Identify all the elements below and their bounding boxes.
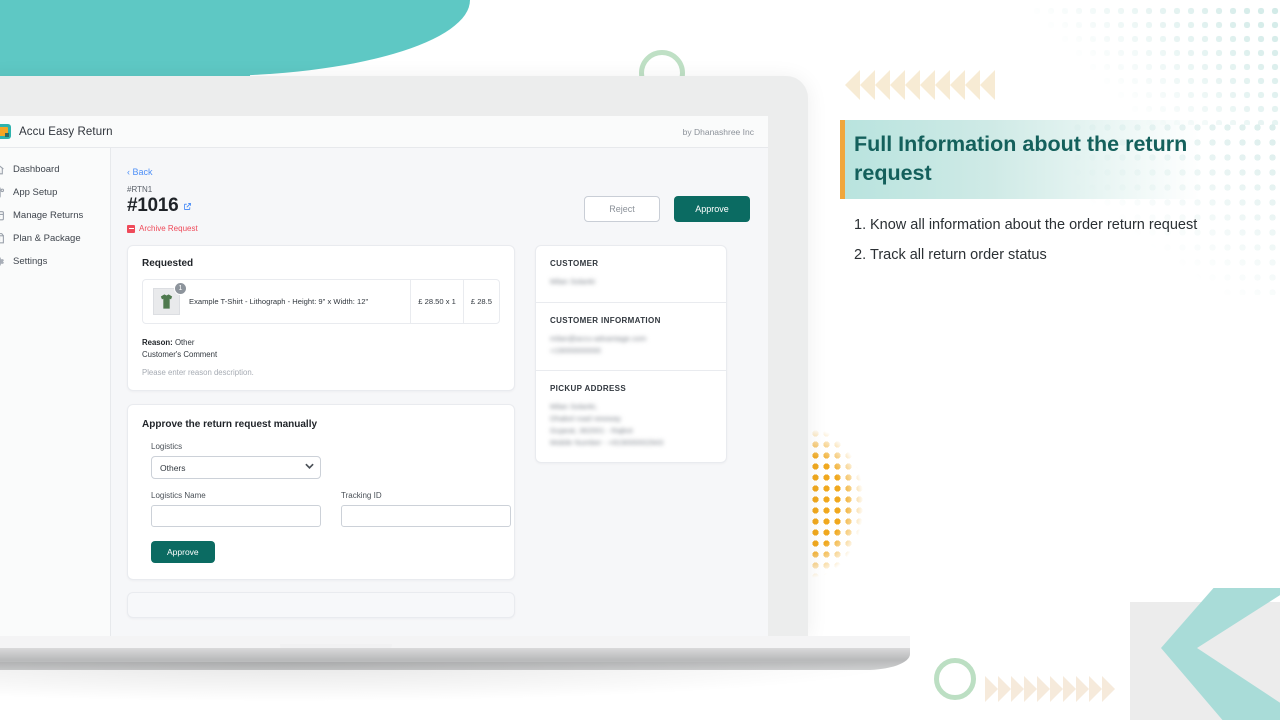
box-return-icon <box>0 209 5 222</box>
promo-panel: Full Information about the return reques… <box>840 120 1200 275</box>
app-logo-icon <box>0 124 11 139</box>
app-byline: by Dhanashree Inc <box>682 126 754 137</box>
sidebar-item-app-setup[interactable]: App Setup <box>0 181 110 204</box>
unit-price-cell: £ 28.50 x 1 <box>410 280 463 323</box>
pickup-address-line: Mobile Number - +919000002943 <box>550 437 664 447</box>
requested-card: Requested 1 Example T-Shirt - Lithograph… <box>127 245 515 391</box>
sidebar-item-settings[interactable]: Settings <box>0 250 110 273</box>
logistics-name-label: Logistics Name <box>151 491 206 500</box>
customer-email-redacted: milan@accu-advantage.com <box>550 333 647 343</box>
name-tracking-row: Logistics Name Tracking ID <box>151 491 511 527</box>
app-title: Accu Easy Return <box>19 125 113 138</box>
app-screen: Accu Easy Return by Dhanashree Inc Dashb… <box>0 116 768 636</box>
teal-halftone-dots-top-right <box>1030 0 1280 125</box>
gear-icon <box>0 255 5 268</box>
total-price-cell: £ 28.5 <box>462 280 499 323</box>
approve-button[interactable]: Approve <box>674 196 750 222</box>
reject-button[interactable]: Reject <box>584 196 660 222</box>
customer-section: CUSTOMER Milan Solanki <box>536 246 726 303</box>
customer-comment-label: Customer's Comment <box>142 350 218 359</box>
customer-info-card: CUSTOMER Milan Solanki CUSTOMER INFORMAT… <box>535 245 727 464</box>
home-icon <box>0 163 5 176</box>
logistics-select-wrap: Others <box>151 456 321 479</box>
laptop-screen-bezel: Accu Easy Return by Dhanashree Inc Dashb… <box>0 76 808 636</box>
sidebar-item-label: Plan & Package <box>13 233 81 244</box>
reason-row: Reason: Other <box>142 338 500 347</box>
promo-heading: Full Information about the return reques… <box>840 120 1200 200</box>
customer-name-redacted: Milan Solanki <box>550 277 596 286</box>
customer-phone-redacted: +19000000000 <box>550 345 601 355</box>
laptop-mockup: Accu Easy Return by Dhanashree Inc Dashb… <box>0 76 910 702</box>
mobile-settings-icon <box>0 186 5 199</box>
approve-form-title: Approve the return request manually <box>142 419 318 430</box>
requested-card-header: Requested <box>142 258 194 269</box>
archive-request-button[interactable]: Archive Request <box>127 224 752 233</box>
reason-value: Other <box>174 338 195 347</box>
tracking-id-group: Tracking ID <box>341 491 511 527</box>
list-item: 1. Know all information about the order … <box>854 215 1200 237</box>
sidebar-item-dashboard[interactable]: Dashboard <box>0 158 110 181</box>
tracking-id-input[interactable] <box>341 505 511 527</box>
header-actions: Reject Approve <box>584 196 750 222</box>
logistics-name-input[interactable] <box>151 505 321 527</box>
pickup-address-line: Milan Solanki, <box>550 402 598 412</box>
customer-section-header: CUSTOMER <box>550 259 599 268</box>
customer-information-header: CUSTOMER INFORMATION <box>550 315 661 325</box>
approve-form-fields: Logistics Others Logistics Name Tracking… <box>142 442 511 563</box>
pickup-address-header: PICKUP ADDRESS <box>550 384 627 394</box>
sidebar-item-label: Dashboard <box>13 164 60 175</box>
left-column: Requested 1 Example T-Shirt - Lithograph… <box>127 245 515 618</box>
approve-submit-button[interactable]: Approve <box>151 541 215 563</box>
page-title: #1016 <box>127 195 179 216</box>
logistics-select[interactable]: Others <box>151 456 321 479</box>
reason-label: Reason: <box>142 338 173 347</box>
teal-top-shape <box>0 0 470 76</box>
pickup-address-line: Dhabol road newway <box>550 414 621 424</box>
customer-information-section: CUSTOMER INFORMATION milan@accu-advantag… <box>536 303 726 372</box>
cream-triangles-bottom <box>985 676 1115 702</box>
promo-bullet-number: 2. <box>854 246 867 263</box>
next-card-partial <box>127 592 515 618</box>
laptop-shadow <box>0 662 910 702</box>
promo-bullet-text: Know all information about the order ret… <box>870 217 1198 234</box>
grid-package-icon <box>0 232 5 245</box>
line-item-product-cell: 1 Example T-Shirt - Lithograph - Height:… <box>143 280 410 323</box>
tracking-id-label: Tracking ID <box>341 491 382 500</box>
right-column: CUSTOMER Milan Solanki CUSTOMER INFORMAT… <box>535 245 727 618</box>
reason-block: Reason: Other Customer's Comment Please … <box>128 324 514 390</box>
external-link-icon[interactable] <box>183 202 192 211</box>
archive-request-label: Archive Request <box>139 224 198 233</box>
app-header: Accu Easy Return by Dhanashree Inc <box>0 116 768 148</box>
sidebar-item-label: Settings <box>13 256 48 267</box>
quantity-badge: 1 <box>174 282 187 295</box>
promo-bullet-list: 1. Know all information about the order … <box>840 215 1200 267</box>
sidebar: Dashboard App Setup Manage Returns Plan … <box>0 148 111 636</box>
green-ring-bottom <box>934 658 976 700</box>
pickup-address-line: Gujarat, 362001 - Rajkot <box>550 425 633 435</box>
line-item-table: 1 Example T-Shirt - Lithograph - Height:… <box>142 279 500 324</box>
promo-bullet-text: Track all return order status <box>870 246 1047 263</box>
approve-form-card: Approve the return request manually Logi… <box>127 404 515 580</box>
archive-icon <box>127 224 135 233</box>
return-code: #RTN1 <box>127 185 153 194</box>
customer-comment-placeholder: Please enter reason description. <box>142 368 254 377</box>
sidebar-item-manage-returns[interactable]: Manage Returns <box>0 204 110 227</box>
promo-bullet-number: 1. <box>854 217 867 234</box>
sidebar-item-plan-package[interactable]: Plan & Package <box>0 227 110 250</box>
sidebar-item-label: Manage Returns <box>13 210 84 221</box>
list-item: 2. Track all return order status <box>854 245 1200 267</box>
logistics-name-group: Logistics Name <box>151 491 321 527</box>
content-columns: Requested 1 Example T-Shirt - Lithograph… <box>127 245 752 618</box>
logistics-label: Logistics <box>151 442 183 451</box>
product-name: Example T-Shirt - Lithograph - Height: 9… <box>189 296 369 306</box>
teal-chevron-shape <box>1135 588 1280 720</box>
back-link[interactable]: ‹ Back <box>127 167 153 177</box>
pickup-address-section: PICKUP ADDRESS Milan Solanki, Dhabol roa… <box>536 371 726 462</box>
product-thumbnail-wrap: 1 <box>153 282 187 315</box>
sidebar-item-label: App Setup <box>13 187 58 198</box>
